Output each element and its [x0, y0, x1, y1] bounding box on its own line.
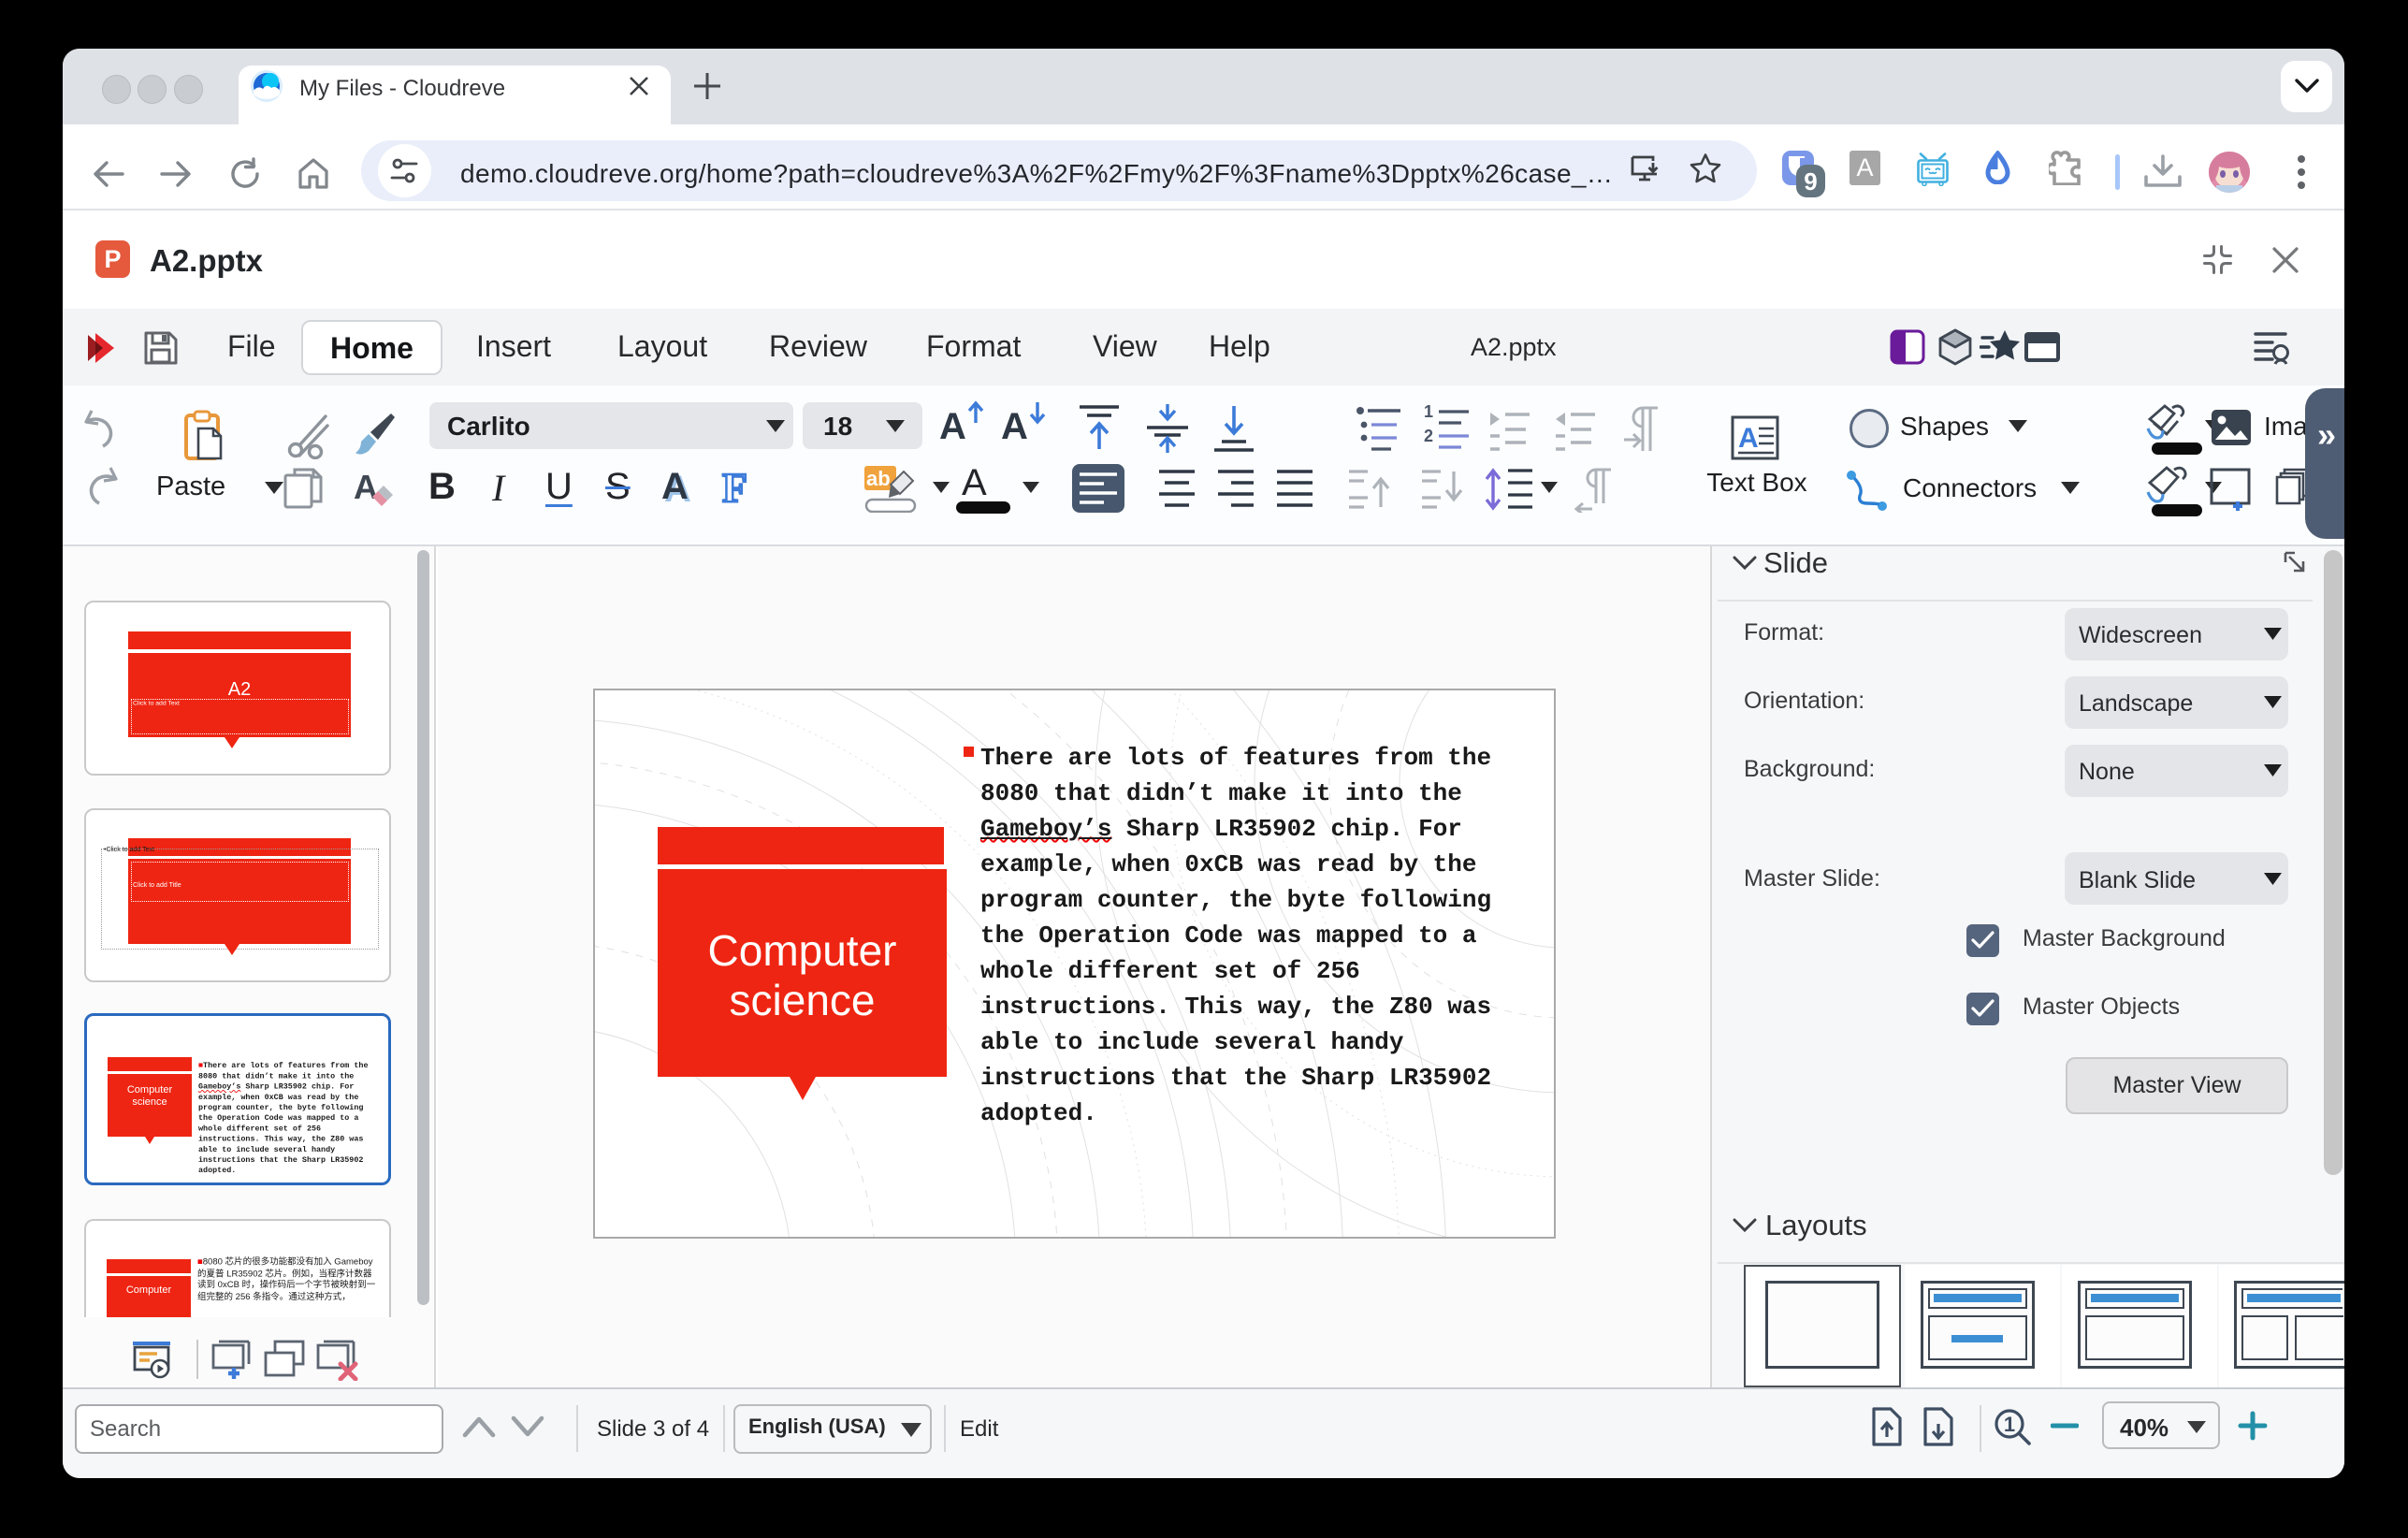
- svg-text:A: A: [354, 469, 378, 506]
- svg-text:9: 9: [1804, 167, 1817, 196]
- svg-text:2: 2: [1424, 427, 1433, 445]
- svg-text:1: 1: [2004, 1413, 2015, 1436]
- svg-text:ab: ab: [866, 467, 891, 490]
- svg-text:A: A: [1738, 423, 1759, 454]
- svg-text:1: 1: [1424, 404, 1433, 421]
